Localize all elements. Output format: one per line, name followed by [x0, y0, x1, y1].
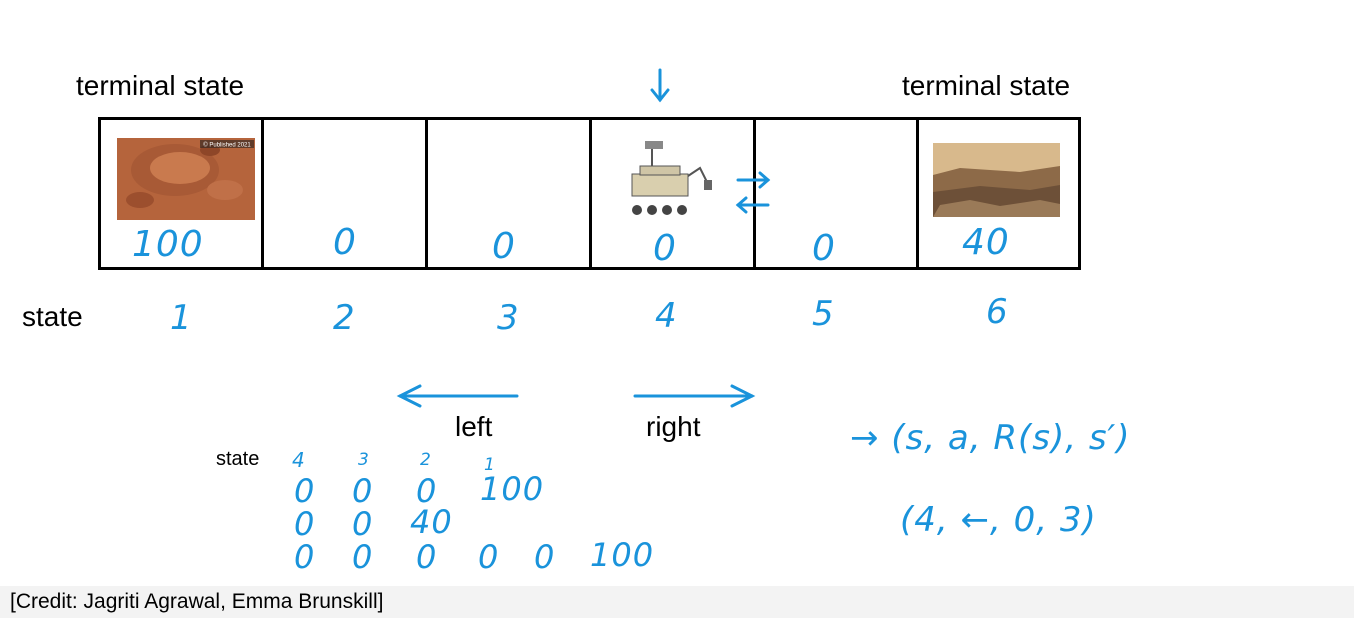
right-action-label: right [646, 411, 701, 442]
state-number-4: 4 [655, 296, 678, 336]
reward-value-5: 0 [812, 228, 836, 269]
state-number-1: 1 [170, 298, 193, 338]
left-action-label: left [455, 411, 493, 442]
trajectory-header-3: 3 [358, 450, 370, 470]
trajectory-row-2-col-3: 40 [410, 503, 453, 541]
trajectory-state-label: state [216, 448, 260, 470]
tuple-formula: → (s, a, R(s), s′) [850, 418, 1131, 458]
state-number-6: 6 [986, 292, 1009, 332]
reward-value-3: 0 [492, 226, 516, 267]
reward-value-1: 100 [132, 224, 204, 265]
state-number-2: 2 [333, 298, 356, 338]
trajectory-header-2: 2 [420, 450, 432, 470]
right-arrow-icon [633, 384, 756, 408]
trajectory-row-3-col-3: 0 [416, 538, 438, 576]
state-cell-5 [753, 117, 920, 270]
terminal-state-left-label: terminal state [76, 70, 245, 101]
trajectory-row-3-col-2: 0 [352, 538, 374, 576]
credit-text: [Credit: Jagriti Agrawal, Emma Brunskill… [10, 590, 384, 613]
tuple-example: (4, ←, 0, 3) [900, 500, 1097, 540]
trajectory-row-3-col-4: 0 [478, 538, 500, 576]
state-row-label: state [22, 301, 83, 332]
left-arrow-icon [396, 384, 519, 408]
reward-value-6: 40 [962, 222, 1010, 263]
state-number-5: 5 [812, 294, 835, 334]
reward-value-4: 0 [653, 228, 677, 269]
trajectory-row-3-col-6: 100 [590, 536, 655, 574]
trajectory-header-4: 4 [292, 448, 306, 472]
trajectory-row-3-col-1: 0 [294, 538, 316, 576]
down-arrow-icon [650, 68, 670, 103]
trajectory-row-3-col-5: 0 [534, 538, 556, 576]
trajectory-row-1-col-4: 100 [480, 470, 545, 508]
reward-value-2: 0 [333, 222, 357, 263]
terminal-state-right-label: terminal state [902, 70, 1071, 101]
state-number-3: 3 [497, 298, 520, 338]
